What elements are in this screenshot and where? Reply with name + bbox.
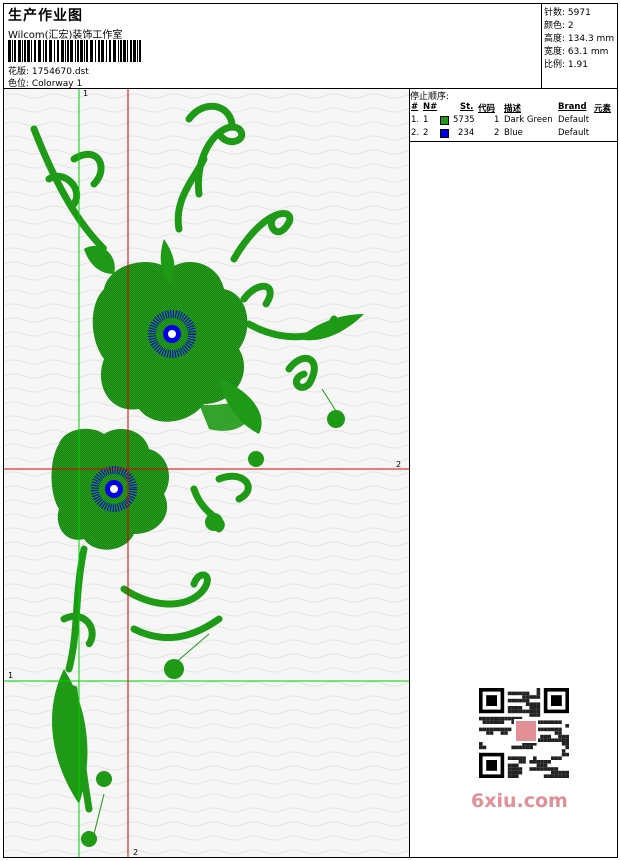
embroidery-preview: [4, 89, 409, 857]
stat-width: 宽度: 63.1 mm: [544, 47, 609, 57]
guide-label-h1: 1: [8, 671, 14, 680]
stat-colors: 颜色: 2: [544, 21, 574, 31]
stop-table-header: # N# St. 代码 描述 Brand 元素: [411, 102, 612, 114]
stat-height: 高度: 134.3 mm: [544, 34, 615, 44]
color-swatch-green: [440, 116, 449, 125]
guide-label-v2: 2: [133, 848, 139, 857]
stats-panel: 针数: 5971 颜色: 2 高度: 134.3 mm 宽度: 63.1 mm …: [541, 4, 618, 88]
qr-code: [471, 684, 581, 784]
color-swatch-blue: [440, 129, 449, 138]
stop-sequence-panel: 停止顺序: # N# St. 代码 描述 Brand 元素 1. 1 5735 …: [410, 89, 617, 857]
guide-label-h2: 2: [396, 460, 402, 469]
stop-row: 2. 2 234 2 Blue Default: [411, 128, 590, 138]
stat-stitches: 针数: 5971: [544, 8, 591, 18]
guide-label-v1: 1: [83, 89, 89, 98]
design-canvas: 1 2 1 2: [4, 89, 410, 857]
watermark: 6xiu.com: [471, 790, 568, 812]
page-title: 生产作业图: [8, 8, 83, 24]
stat-scale: 比例: 1.91: [544, 60, 588, 70]
header: 生产作业图 Wilcom(汇宏)装饰工作室 花版: 1754670.dst 色位…: [4, 4, 541, 89]
stop-row: 1. 1 5735 1 Dark Green Default: [411, 115, 590, 125]
company-name: Wilcom(汇宏)装饰工作室: [8, 30, 123, 41]
stop-table-divider: [410, 141, 617, 142]
stop-sequence-title: 停止顺序:: [410, 92, 450, 102]
barcode: [8, 40, 141, 62]
